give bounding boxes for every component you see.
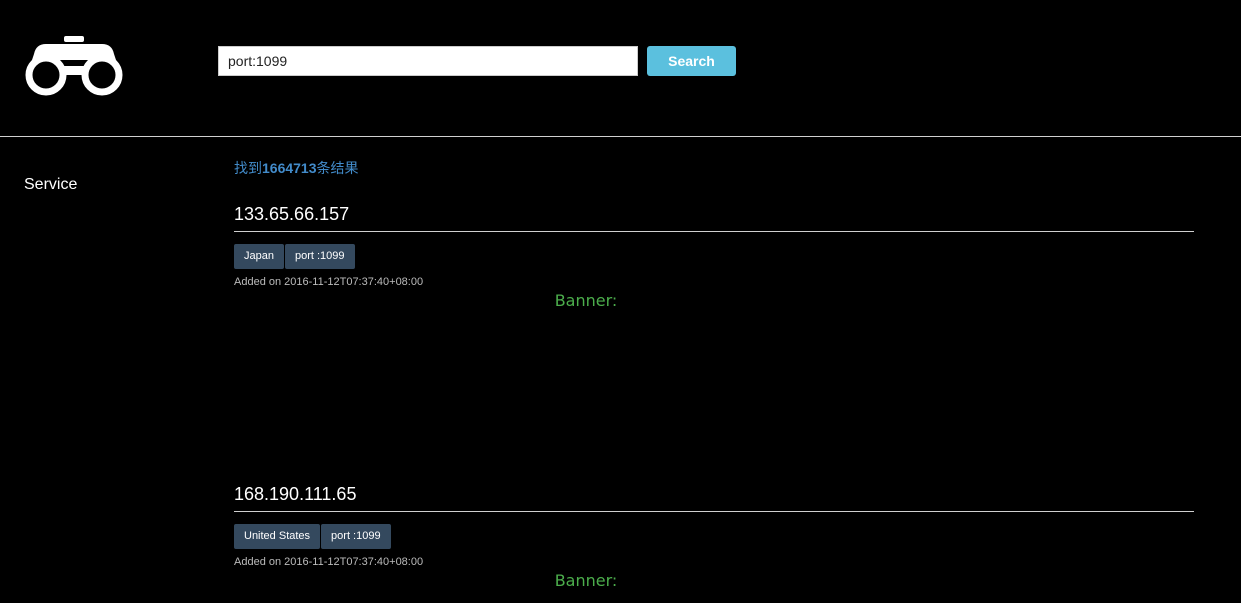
result-tags: United States port :1099: [234, 524, 1194, 549]
added-on-timestamp: Added on 2016-11-12T07:37:40+08:00: [234, 276, 424, 288]
tag-port[interactable]: port :1099: [284, 244, 355, 269]
result-tags: Japan port :1099: [234, 244, 1194, 269]
added-on-timestamp: Added on 2016-11-12T07:37:40+08:00: [234, 556, 424, 568]
result-count-suffix: 条结果: [316, 160, 359, 176]
tag-country[interactable]: United States: [234, 524, 321, 549]
binoculars-icon[interactable]: [24, 36, 124, 96]
search-input[interactable]: [218, 46, 638, 76]
result-ip-link[interactable]: 168.190.111.65: [234, 481, 1194, 512]
tag-port[interactable]: port :1099: [321, 524, 391, 549]
result-item: 168.190.111.65 United States port :1099 A…: [234, 481, 1194, 590]
search-button[interactable]: Search: [647, 46, 736, 76]
banner-label: Banner:: [554, 291, 618, 310]
result-count: 找到1664713条结果: [234, 158, 359, 178]
banner-label: Banner:: [554, 571, 618, 590]
result-ip-link[interactable]: 133.65.66.157: [234, 201, 1194, 232]
result-count-number: 1664713: [262, 160, 317, 176]
result-count-prefix: 找到: [234, 160, 262, 176]
sidebar-item-service[interactable]: Service: [24, 176, 77, 194]
tag-country[interactable]: Japan: [234, 244, 284, 269]
result-item: 133.65.66.157 Japan port :1099 Added on 2…: [234, 201, 1194, 310]
header: Search: [0, 0, 1241, 137]
